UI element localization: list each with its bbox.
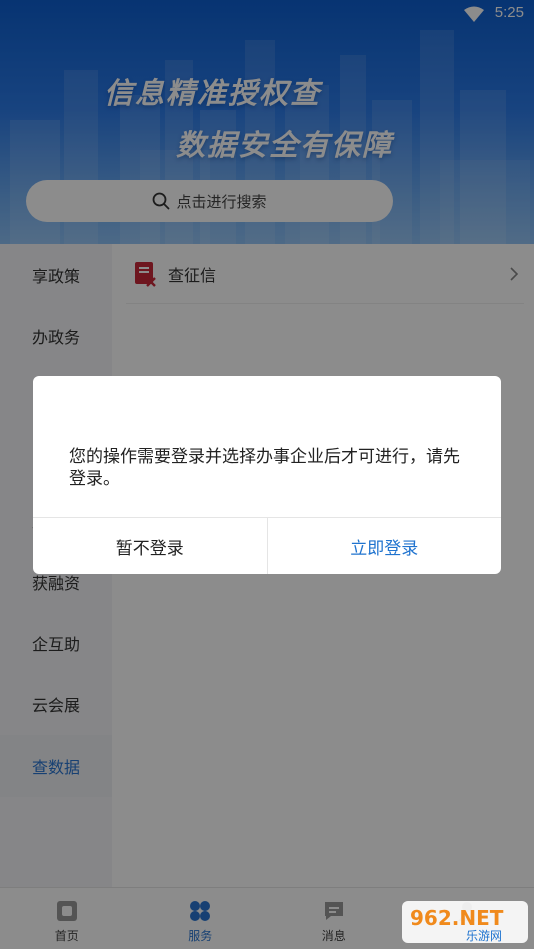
cancel-login-button[interactable]: 暂不登录 xyxy=(33,518,268,574)
login-required-dialog: 您的操作需要登录并选择办事企业后才可进行，请先登录。 暂不登录 立即登录 xyxy=(33,376,501,574)
site-watermark-logo: 962.NET 乐游网 xyxy=(402,901,528,943)
watermark-subtext: 乐游网 xyxy=(466,929,502,943)
login-now-button[interactable]: 立即登录 xyxy=(268,518,502,574)
watermark-text: 962.NET xyxy=(410,906,504,930)
dialog-message: 您的操作需要登录并选择办事企业后才可进行，请先登录。 xyxy=(69,447,460,489)
dialog-actions: 暂不登录 立即登录 xyxy=(33,517,501,574)
